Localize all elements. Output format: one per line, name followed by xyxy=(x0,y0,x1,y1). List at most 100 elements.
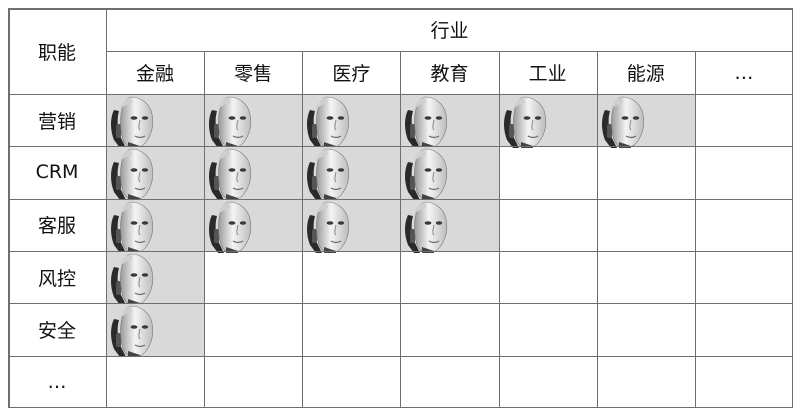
robot-head-icon xyxy=(402,199,452,253)
divider-column xyxy=(400,51,402,408)
table-cell xyxy=(695,94,793,146)
divider-row xyxy=(8,250,793,252)
function-row-label: CRM xyxy=(35,161,79,184)
divider-column xyxy=(204,51,206,408)
function-row-header-5: … xyxy=(8,356,106,408)
robot-head-icon xyxy=(304,94,354,148)
table-cell xyxy=(597,199,695,251)
divider-function-column xyxy=(106,8,107,408)
robot-head-icon xyxy=(304,199,354,253)
robot-head-icon xyxy=(108,94,158,148)
industry-header-label: 教育 xyxy=(430,63,469,85)
industry-header-label: 能源 xyxy=(626,63,665,85)
table-cell xyxy=(695,251,793,303)
robot-head-icon xyxy=(108,146,158,200)
industry-header-2: 医疗 xyxy=(302,51,400,94)
divider-column xyxy=(498,51,500,408)
function-row-header-1: CRM xyxy=(8,146,106,198)
table-cell xyxy=(106,198,205,253)
table-cell xyxy=(695,199,793,251)
divider-row xyxy=(8,355,793,357)
function-row-header-0: 营销 xyxy=(8,94,106,146)
table-cell xyxy=(106,250,205,305)
corner-header-label: 职能 xyxy=(37,41,76,64)
divider-column xyxy=(302,51,304,408)
robot-head-icon xyxy=(501,94,551,148)
industry-group-label: 行业 xyxy=(430,20,469,42)
industry-function-table: 职能 行业 金融 零售 医疗 教育 工业 能源 … 营销 CRM 客服风控安全 … xyxy=(8,8,793,408)
table-cell xyxy=(400,146,499,200)
table-cell xyxy=(204,356,302,408)
industry-header-6: … xyxy=(695,51,793,94)
industry-header-0: 金融 xyxy=(106,51,204,94)
table-cell xyxy=(106,94,205,148)
function-row-label: … xyxy=(47,370,67,393)
table-cell xyxy=(302,94,401,148)
industry-header-label: … xyxy=(734,61,754,84)
table-cell xyxy=(597,356,695,408)
function-row-label: 客服 xyxy=(37,215,76,238)
table-cell xyxy=(597,303,695,355)
robot-head-icon xyxy=(304,146,354,200)
industry-header-5: 能源 xyxy=(597,51,695,94)
robot-head-icon xyxy=(108,251,158,305)
table-cell xyxy=(106,356,204,408)
table-border-left xyxy=(8,8,10,408)
robot-head-icon xyxy=(402,94,452,148)
industry-header-4: 工业 xyxy=(499,51,597,94)
robot-head-icon xyxy=(108,303,158,357)
function-row-label: 营销 xyxy=(37,110,76,133)
robot-head-icon xyxy=(206,94,256,148)
table-cell xyxy=(499,199,597,251)
table-cell xyxy=(695,146,793,198)
table-cell xyxy=(302,146,401,200)
industry-header-label: 医疗 xyxy=(332,63,371,85)
industry-group-header: 行业 xyxy=(106,8,793,51)
function-row-label: 安全 xyxy=(37,319,76,342)
robot-head-icon xyxy=(402,146,452,200)
table-cell xyxy=(695,356,793,408)
table-cell xyxy=(204,94,303,148)
table-cell xyxy=(596,94,695,148)
divider-row xyxy=(8,198,793,200)
table-cell xyxy=(302,356,400,408)
industry-header-label: 工业 xyxy=(528,63,567,85)
table-cell xyxy=(597,146,695,198)
function-row-header-4: 安全 xyxy=(8,303,106,355)
table-cell xyxy=(204,303,302,355)
table-cell xyxy=(204,198,303,253)
divider-group-header xyxy=(106,51,793,52)
table-cell xyxy=(302,251,400,303)
table-cell xyxy=(106,303,205,357)
table-cell xyxy=(302,303,400,355)
table-cell xyxy=(302,198,401,253)
divider-row xyxy=(8,146,793,148)
table-border-top xyxy=(8,8,793,10)
robot-head-icon xyxy=(206,199,256,253)
table-cell xyxy=(400,251,498,303)
industry-header-label: 零售 xyxy=(234,63,273,85)
table-border-right xyxy=(791,8,793,408)
table-cell xyxy=(499,251,597,303)
function-row-header-3: 风控 xyxy=(8,251,106,303)
table-cell xyxy=(204,146,303,200)
industry-header-label: 金融 xyxy=(136,63,175,85)
table-cell xyxy=(498,94,597,148)
table-cell xyxy=(106,146,205,200)
divider-row xyxy=(8,303,793,305)
table-cell xyxy=(499,146,597,198)
robot-head-icon xyxy=(108,199,158,253)
corner-header-functions: 职能 xyxy=(8,8,106,94)
divider-column xyxy=(596,51,598,408)
table-cell xyxy=(400,94,499,148)
function-row-header-2: 客服 xyxy=(8,199,106,251)
industry-header-3: 教育 xyxy=(400,51,498,94)
table-cell xyxy=(400,198,499,253)
table-cell xyxy=(499,303,597,355)
industry-header-1: 零售 xyxy=(204,51,302,94)
robot-head-icon xyxy=(599,94,649,148)
robot-head-icon xyxy=(206,146,256,200)
table-cell xyxy=(499,356,597,408)
function-row-label: 风控 xyxy=(37,267,76,290)
table-cell xyxy=(400,303,498,355)
